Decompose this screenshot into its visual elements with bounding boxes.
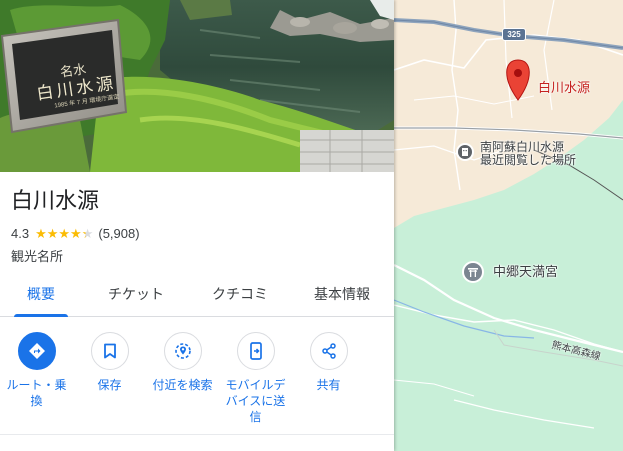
place-photo[interactable]: 名水 白川水源 1985 年 7 月 環境庁選定 [0,0,394,172]
poi-label-line2: 最近閲覧した場所 [480,153,577,167]
place-title: 白川水源 [11,188,100,213]
review-count[interactable]: (5,908) [98,226,139,241]
star-icon: ★ [46,225,59,241]
tab-overview[interactable]: 概要 [0,272,82,317]
send-to-phone-label: モバイルデバイスに送信 [225,378,286,424]
tab-about[interactable]: 基本情報 [290,272,394,316]
star-half-icon: ★ [81,225,94,241]
nearby-button[interactable]: 付近を検索 [146,326,219,425]
poi-marker-icon[interactable] [456,143,474,161]
share-button[interactable]: 共有 [292,326,365,425]
star-icon: ★ [58,225,71,241]
pin-label[interactable]: 白川水源 [538,77,590,96]
poi-label-shrine[interactable]: 中郷天満宮 [493,265,558,278]
route-shield: 325 [502,28,526,41]
place-category[interactable]: 観光名所 [11,246,63,265]
rating-stars: ★ ★ ★ ★ ★ [35,225,94,241]
save-button[interactable]: 保存 [73,326,146,425]
share-icon[interactable] [309,332,348,370]
save-label: 保存 [97,378,122,392]
nearby-icon[interactable] [163,332,202,370]
star-icon: ★ [70,225,82,241]
directions-icon[interactable] [17,332,56,370]
tab-tickets[interactable]: チケット [82,272,190,316]
tab-reviews[interactable]: クチコミ [190,272,290,316]
tab-bar: 概要 チケット クチコミ 基本情報 [0,272,394,317]
rating-value: 4.3 [11,226,30,241]
share-label: 共有 [316,378,341,392]
rating-row[interactable]: 4.3 ★ ★ ★ ★ ★ (5,908) [11,226,140,241]
directions-label: ルート・乗換 [6,378,67,408]
map-canvas[interactable] [394,0,623,451]
directions-button[interactable]: ルート・乗換 [0,326,73,425]
action-bar: ルート・乗換 保存 付近を検索 モバイルデバイスに送信 共有 [0,326,394,425]
star-icon: ★ [35,225,47,241]
nearby-label: 付近を検索 [152,378,213,392]
shrine-icon[interactable] [462,261,484,283]
bookmark-icon[interactable] [90,332,129,370]
place-panel: 名水 白川水源 1985 年 7 月 環境庁選定 白川水源 4.3 ★ ★ ★ … [0,0,394,451]
send-to-phone-icon[interactable] [236,332,275,370]
send-to-phone-button[interactable]: モバイルデバイスに送信 [219,326,292,425]
map[interactable]: 325 白川水源 南阿蘇白川水源 最近閲覧した場所 中郷天満宮 熊本高森線 [394,0,623,451]
section-divider [0,434,394,435]
